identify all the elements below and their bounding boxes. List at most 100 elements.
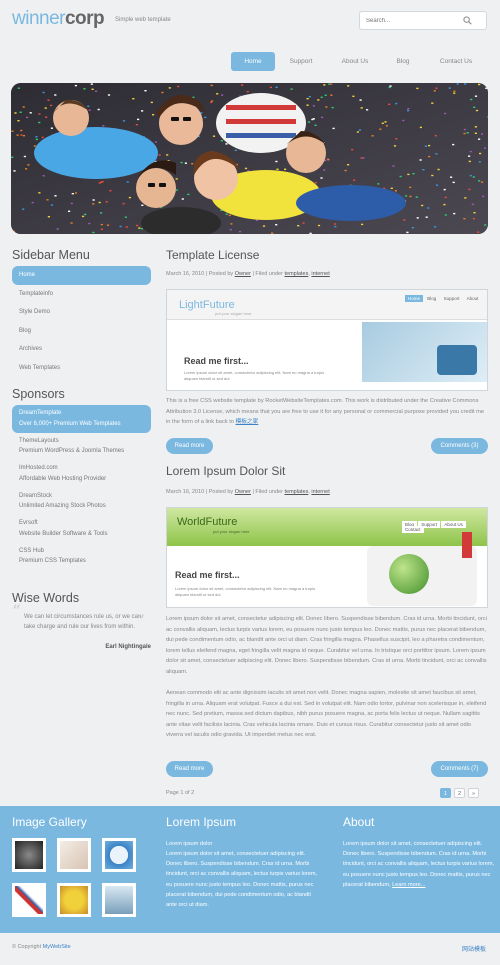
filed-under-label: Filed under [255,271,283,277]
read-more-button[interactable]: Read more [166,438,213,454]
gallery-thumb[interactable] [12,838,46,872]
post-paragraph: Lorem ipsum dolor sit amet, consectetur … [166,616,487,675]
shot-heading: Read me first... [184,356,249,366]
search-input[interactable] [360,12,460,29]
posted-by-label: Posted by [208,489,234,495]
tag-link[interactable]: internet [311,489,329,495]
sponsor-name: ThemeLayouts [19,437,59,444]
post-meta: March 16, 2010 | Posted by Owner | Filed… [166,271,330,277]
shot-line: aliquam blandit ut sed dui. [175,592,222,597]
post-meta: March 16, 2010 | Posted by Owner | Filed… [166,489,330,495]
globe-icon [389,554,429,594]
logo-part-1: winner [12,8,65,29]
posted-by-label: Posted by [208,271,234,277]
gallery-thumb[interactable] [57,838,91,872]
shot-brand: LightFuture [179,299,235,311]
wise-words-title: Wise Words [12,591,80,605]
sponsors-title: Sponsors [12,387,65,401]
learn-more-link[interactable]: Learn more... [392,882,425,888]
sponsor-item[interactable]: ThemeLayouts Premium WordPress & Joomla T… [12,433,151,461]
sidebar-item-archives[interactable]: Archives [12,340,151,359]
nav-contact-us[interactable]: Contact Us [434,52,478,71]
sponsor-item[interactable]: ImHosted.com Affordable Web Hosting Provi… [12,460,151,488]
gallery-title: Image Gallery [12,815,87,829]
nav-home[interactable]: Home [231,52,275,71]
gallery-thumb[interactable] [57,883,91,917]
comments-button[interactable]: Comments (7) [431,761,488,777]
tag-link[interactable]: templates [284,271,308,277]
sponsors-list: DreamTemplate Over 6,000+ Premium Web Tem… [12,405,151,570]
copyright-text: © Copyright [12,944,42,950]
gallery-thumb[interactable] [12,883,46,917]
tag-comma: , [308,271,310,277]
comments-button[interactable]: Comments (3) [431,438,488,454]
sidebar-item-blog[interactable]: Blog [12,322,151,341]
sponsor-item[interactable]: Evrsoft Website Builder Software & Tools [12,515,151,543]
gallery-thumb[interactable] [102,838,136,872]
search-icon[interactable] [463,16,472,25]
nav-blog[interactable]: Blog [381,52,425,71]
shot-brand: WorldFuture [177,516,238,528]
post-date: March 16, 2010 [166,271,205,277]
nav-about-us[interactable]: About Us [333,52,377,71]
lorem-ipsum-title: Lorem Ipsum [166,815,237,829]
about-block: Lorem ipsum dolor sit amet, consectetuer… [343,839,498,890]
meta-separator: | [252,271,254,277]
quote: “ We can let circumstances rule us, or w… [12,604,151,632]
tag-comma: , [308,489,310,495]
post-date: March 16, 2010 [166,489,205,495]
sponsor-desc: Premium CSS Templates [19,558,86,564]
next-page-button[interactable]: » [468,788,479,798]
page-button-2[interactable]: 2 [454,788,465,798]
shot-heading: Read me first... [175,570,240,580]
sponsor-item[interactable]: CSS Hub Premium CSS Templates [12,543,151,571]
post-paragraph: Aenean commodo elit ac ante dignissim ia… [166,690,487,738]
sponsor-name: DreamStock [19,492,53,499]
sidebar-item-style-demo[interactable]: Style Demo [12,303,151,322]
sidebar-menu-title: Sidebar Menu [12,248,90,262]
copyright-link[interactable]: MyWebSite [43,944,71,950]
post-title[interactable]: Template License [166,248,259,262]
filed-under-label: Filed under [255,489,283,495]
tag-link[interactable]: templates [284,489,308,495]
post-image: WorldFuture put your slogan here Blog Su… [166,507,488,608]
sponsor-desc: Website Builder Software & Tools [19,530,108,537]
tag-link[interactable]: internet [311,271,329,277]
sponsor-desc: Over 6,000+ Premium Web Templates [19,420,121,427]
shot-nav-item: Home [405,295,424,302]
sponsor-item[interactable]: DreamTemplate Over 6,000+ Premium Web Tem… [12,405,151,433]
post-image: LightFuture put your slogan here Home Bl… [166,289,488,391]
post-title[interactable]: Lorem Ipsum Dolor Sit [166,464,285,478]
shot-slogan: put your slogan here [213,529,250,534]
search-box [359,11,487,30]
shot-nav-item: About Us [441,521,466,528]
shot-nav-item: About [466,296,479,301]
meta-separator: | [252,489,254,495]
page-button-1[interactable]: 1 [440,788,451,798]
sponsor-item[interactable]: DreamStock Unlimited Amazing Stock Photos [12,488,151,516]
quote-text: We can let circumstances rule us, or we … [24,614,142,630]
shot-slogan: put your slogan here [215,311,252,316]
site-logo[interactable]: winnercorp [12,8,105,30]
lorem-subtitle: Lorem ipsum dolor [166,841,213,847]
about-title: About [343,815,375,829]
site-tagline: Simple web template [115,17,171,23]
hero-photo [11,83,488,234]
lorem-text: Lorem ipsum dolor sit amet, consectetuer… [166,851,318,909]
author-link[interactable]: Owner [235,489,251,495]
sidebar-menu: Home Templateinfo Style Demo Blog Archiv… [12,266,151,377]
sidebar-item-web-templates[interactable]: Web Templates [12,359,151,378]
read-more-button[interactable]: Read more [166,761,213,777]
hero-banner [11,83,488,234]
sidebar-item-templateinfo[interactable]: Templateinfo [12,285,151,304]
credit-link[interactable]: 模板之家 [236,419,259,425]
gallery-thumb[interactable] [102,883,136,917]
templates-link[interactable]: 网站模板 [462,944,486,953]
post-body-text: This is a free CSS website template by R… [166,398,485,425]
nav-support[interactable]: Support [279,52,323,71]
sponsor-name: Evrsoft [19,520,38,526]
open-quote-icon: “ [12,602,21,622]
page-indicator: Page 1 of 2 [166,790,195,796]
author-link[interactable]: Owner [235,271,251,277]
sidebar-item-home[interactable]: Home [12,266,151,285]
